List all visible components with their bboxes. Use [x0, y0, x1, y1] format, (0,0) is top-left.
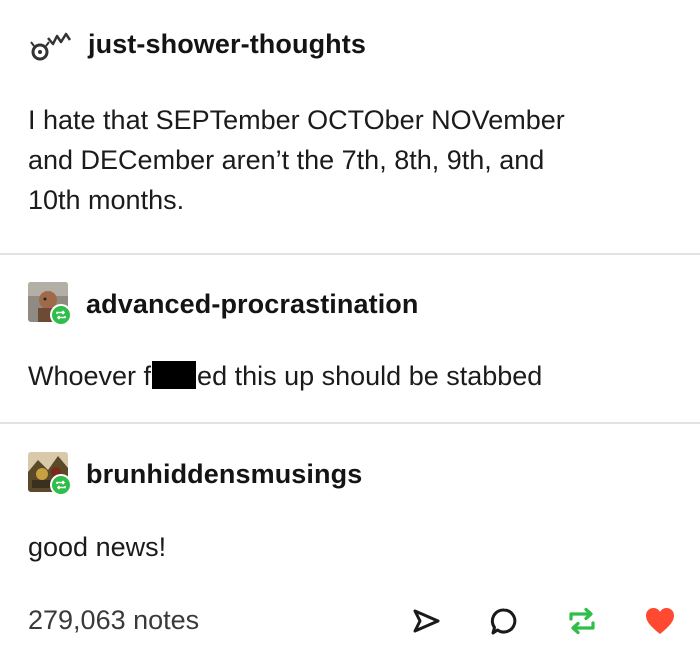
post-header-2: advanced-procrastination: [28, 282, 418, 326]
post-header-3: brunhiddensmusings: [28, 452, 362, 496]
divider: [0, 253, 700, 255]
like-button[interactable]: [644, 605, 676, 637]
reply-button[interactable]: [488, 605, 520, 637]
share-icon: [413, 609, 440, 633]
body-line: I hate that SEPTember OCTOber NOVember: [28, 105, 565, 135]
username[interactable]: just-shower-thoughts: [88, 29, 366, 60]
shower-thoughts-logo-icon: [30, 32, 72, 61]
reblog-button[interactable]: [566, 605, 598, 637]
body-line: 10th months.: [28, 185, 185, 215]
body-text-end: ed this up should be stabbed: [197, 361, 543, 391]
avatar[interactable]: [28, 24, 74, 64]
divider: [0, 422, 700, 424]
username[interactable]: advanced-procrastination: [86, 289, 418, 320]
username[interactable]: brunhiddensmusings: [86, 459, 362, 490]
reblog-icon: [56, 310, 66, 320]
post-footer: 279,063 notes: [0, 595, 700, 651]
notes-count[interactable]: 279,063 notes: [28, 605, 199, 636]
reblog-icon: [56, 480, 66, 490]
like-icon: [646, 608, 674, 634]
post-actions: [410, 605, 676, 637]
post-body-1: I hate that SEPTember OCTOber NOVember a…: [28, 100, 565, 220]
post-header-1: just-shower-thoughts: [28, 24, 366, 64]
reblog-badge: [50, 474, 72, 496]
share-button[interactable]: [410, 605, 442, 637]
avatar[interactable]: [28, 282, 72, 326]
body-line: and DECember aren’t the 7th, 8th, 9th, a…: [28, 145, 545, 175]
reblog-icon: [569, 607, 595, 635]
post-body-2: Whoever f ed this up should be stabbed: [28, 356, 542, 396]
post-body-3: good news!: [28, 532, 167, 562]
reply-icon: [490, 608, 517, 635]
body-text-start: Whoever f: [28, 361, 152, 391]
reblog-badge: [50, 304, 72, 326]
avatar[interactable]: [28, 452, 72, 496]
tumblr-post: just-shower-thoughts I hate that SEPTemb…: [0, 0, 700, 663]
redaction-bar: [152, 361, 197, 389]
